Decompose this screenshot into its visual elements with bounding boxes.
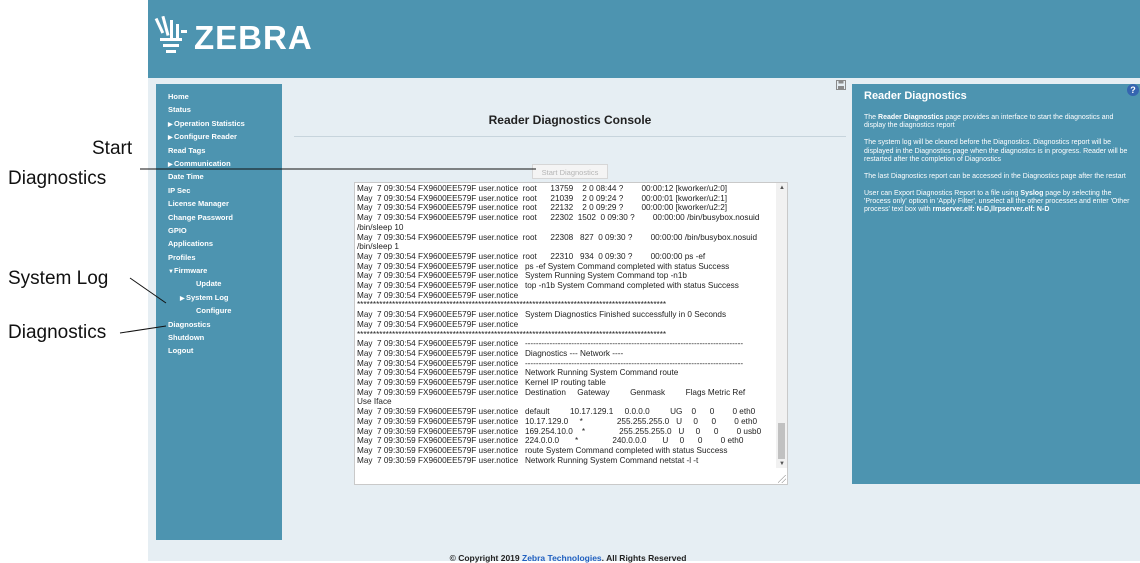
- callout-line-system-log: [129, 277, 167, 304]
- callout-line-diagnostics: [119, 325, 167, 334]
- callout-lines: [119, 168, 536, 334]
